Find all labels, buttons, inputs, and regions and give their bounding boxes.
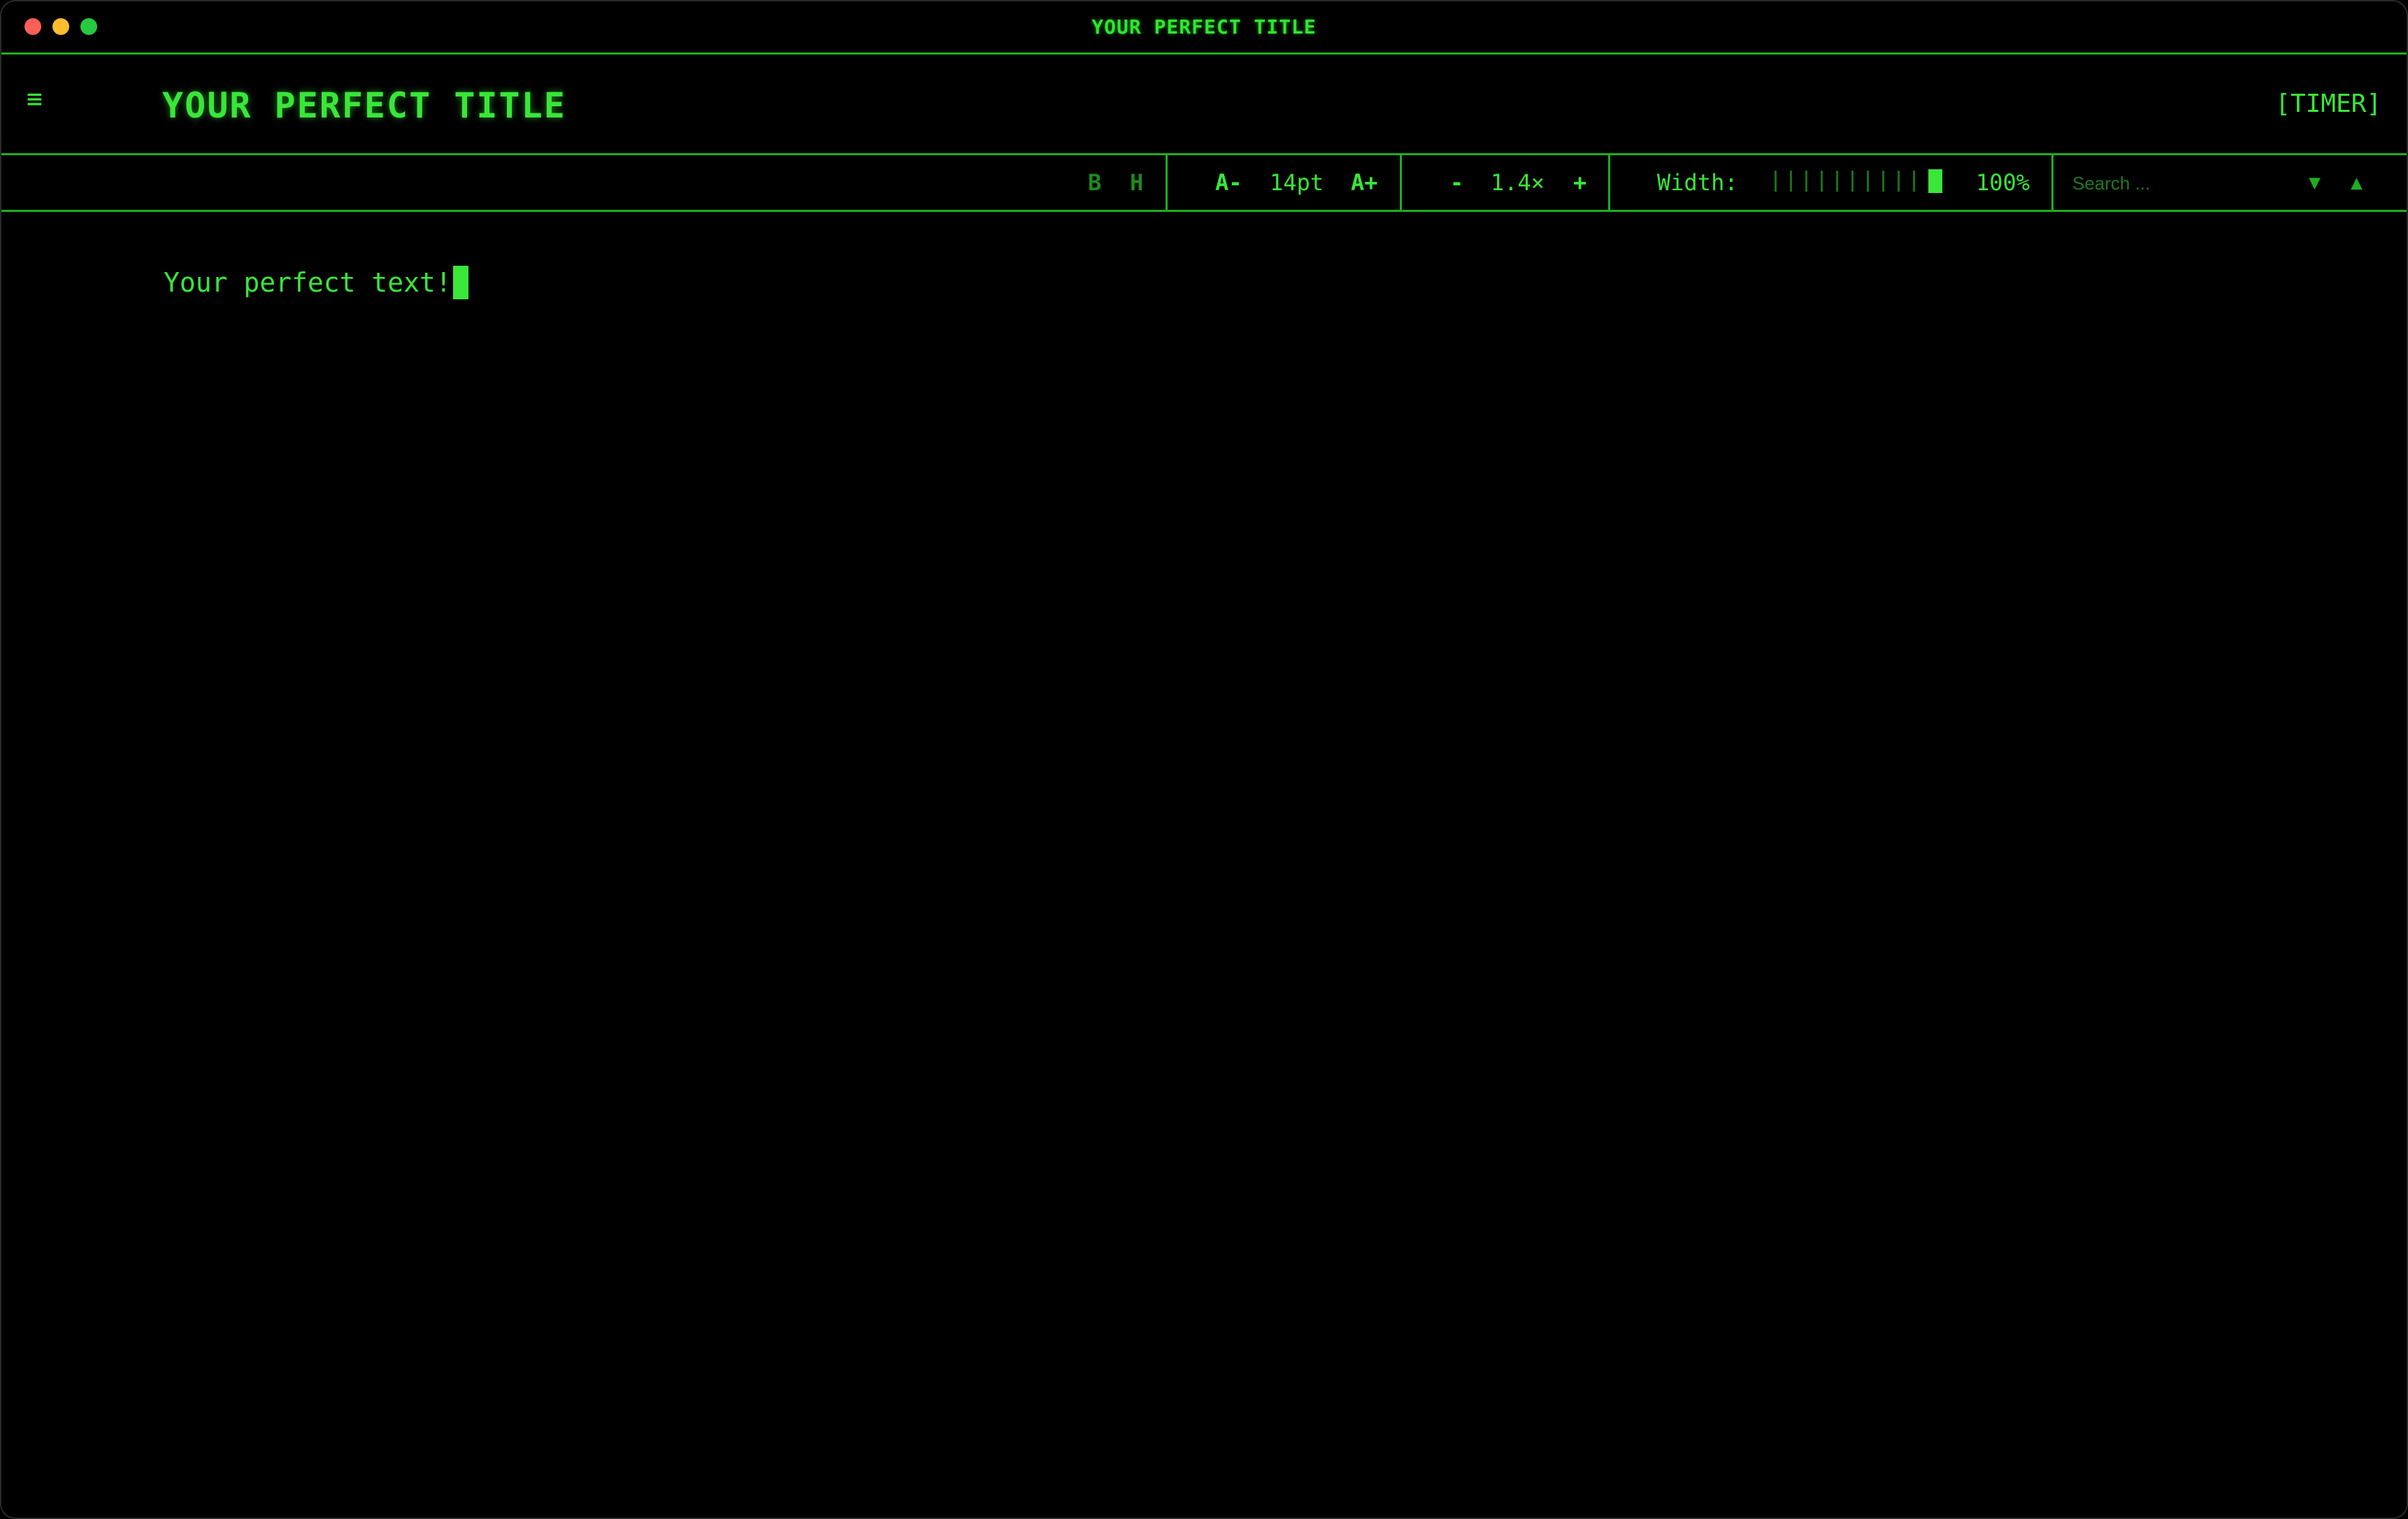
toolbar-divider xyxy=(1400,155,1402,210)
search-prev-icon[interactable]: ▲ xyxy=(2351,171,2363,194)
document-title[interactable]: YOUR PERFECT TITLE xyxy=(162,85,566,126)
toolbar-divider xyxy=(1166,155,1168,210)
slider-tick xyxy=(1851,171,1854,192)
app-window: YOUR PERFECT TITLE ≡ YOUR PERFECT TITLE … xyxy=(0,0,2408,1519)
width-value: 100% xyxy=(1976,169,2030,196)
title-bar: YOUR PERFECT TITLE xyxy=(1,1,2407,55)
search-input[interactable] xyxy=(2071,168,2305,199)
slider-tick xyxy=(1867,171,1869,192)
slider-tick xyxy=(1775,171,1777,192)
slider-tick xyxy=(1882,171,1884,192)
slider-tick xyxy=(1913,171,1915,192)
heading-button[interactable]: H xyxy=(1130,170,1143,195)
formatting-toolbar: B H A- 14pt A+ - 1.4× + Width: 100% ▼ ▲ xyxy=(1,155,2407,212)
slider-tick xyxy=(1790,171,1792,192)
bold-button[interactable]: B xyxy=(1088,170,1101,195)
text-cursor xyxy=(452,265,468,299)
toolbar-divider xyxy=(2051,155,2054,210)
line-height-decrease-button[interactable]: - xyxy=(1450,170,1463,195)
document-header: ≡ YOUR PERFECT TITLE [TIMER] xyxy=(1,55,2407,155)
search-next-icon[interactable]: ▼ xyxy=(2309,171,2321,194)
timer-button[interactable]: [TIMER] xyxy=(2275,90,2381,118)
font-size-value: 14pt xyxy=(1270,169,1324,196)
line-height-value: 1.4× xyxy=(1491,169,1545,196)
width-label: Width: xyxy=(1657,169,1738,196)
slider-tick xyxy=(1821,171,1823,192)
window-title: YOUR PERFECT TITLE xyxy=(1091,15,1317,38)
slider-tick xyxy=(1836,171,1838,192)
editor-text[interactable]: Your perfect text! xyxy=(164,267,452,298)
slider-tick xyxy=(1898,171,1900,192)
font-decrease-button[interactable]: A- xyxy=(1215,170,1242,195)
toolbar-divider xyxy=(1608,155,1610,210)
line-height-increase-button[interactable]: + xyxy=(1573,170,1586,195)
slider-tick xyxy=(1805,171,1807,192)
font-increase-button[interactable]: A+ xyxy=(1351,170,1378,195)
width-slider[interactable] xyxy=(1775,168,1942,196)
menu-icon[interactable]: ≡ xyxy=(27,85,43,112)
editor-area[interactable]: Your perfect text! xyxy=(164,265,468,299)
width-slider-thumb[interactable] xyxy=(1928,169,1942,193)
